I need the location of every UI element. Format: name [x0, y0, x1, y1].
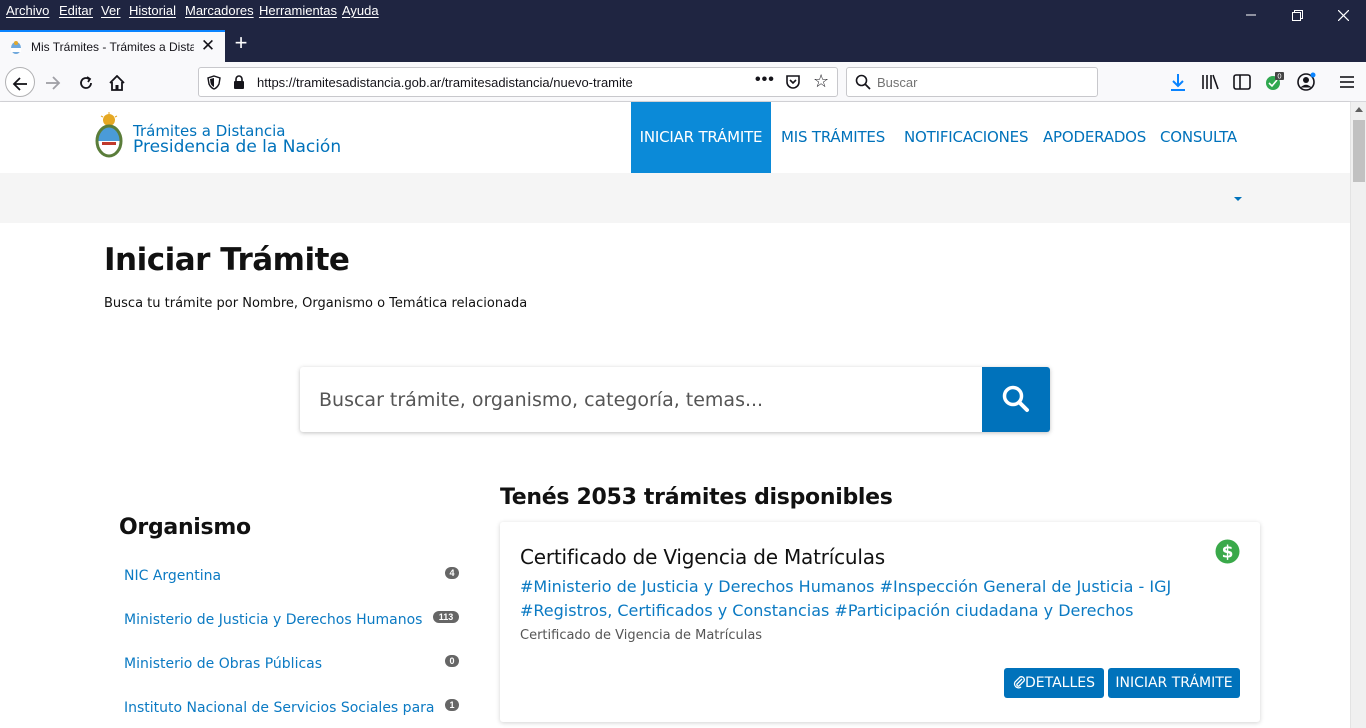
filter-item[interactable]: Ministerio de Obras Públicas: [124, 656, 322, 672]
filter-count-badge: 1: [445, 699, 459, 711]
new-tab-button[interactable]: +: [230, 30, 252, 56]
coat-of-arms-icon: [11, 41, 21, 54]
tramite-description: Certificado de Vigencia de Matrículas: [520, 628, 763, 643]
forward-icon: [46, 76, 61, 90]
nav-iniciar-tramite[interactable]: INICIAR TRÁMITE: [631, 102, 771, 173]
back-icon: [12, 77, 27, 91]
nav-apoderados[interactable]: APODERADOS: [1043, 102, 1146, 173]
url-text: https://tramitesadistancia.gob.ar/tramit…: [257, 75, 633, 90]
menu-marcadores[interactable]: Marcadores: [185, 3, 254, 18]
menu-herramientas[interactable]: Herramientas: [259, 3, 337, 18]
search-icon: [855, 74, 871, 90]
pocket-icon[interactable]: [785, 74, 801, 90]
menu-archivo[interactable]: Archivo: [6, 3, 49, 18]
filter-heading: Organismo: [119, 515, 251, 540]
minimize-button[interactable]: [1228, 0, 1274, 28]
results-heading: Tenés 2053 trámites disponibles: [500, 485, 893, 510]
nav-notificaciones[interactable]: NOTIFICACIONES: [904, 102, 1028, 173]
svg-text:$: $: [1222, 543, 1234, 563]
address-bar[interactable]: https://tramitesadistancia.gob.ar/tramit…: [198, 67, 838, 97]
menu-historial[interactable]: Historial: [129, 3, 176, 18]
iniciar-tramite-button[interactable]: INICIAR TRÁMITE: [1108, 668, 1240, 698]
menu-ayuda[interactable]: Ayuda: [342, 3, 379, 18]
shield-icon[interactable]: [207, 75, 221, 90]
sidebar-icon[interactable]: [1232, 72, 1252, 92]
restore-icon: [1291, 9, 1303, 21]
reload-button[interactable]: [71, 67, 101, 97]
scrollbar-thumb[interactable]: [1353, 120, 1365, 182]
svg-text:0: 0: [1277, 73, 1281, 81]
account-icon[interactable]: [1296, 72, 1316, 92]
filter-count-badge: 0: [445, 655, 459, 667]
filter-item[interactable]: Ministerio de Justicia y Derechos Humano…: [124, 612, 422, 628]
tramite-search-button[interactable]: [982, 367, 1050, 432]
site-header: Trámites a Distancia Presidencia de la N…: [0, 102, 1350, 173]
tramite-tags[interactable]: #Ministerio de Justicia y Derechos Human…: [520, 575, 1220, 623]
browser-toolbar: https://tramitesadistancia.gob.ar/tramit…: [0, 62, 1366, 102]
tramite-title[interactable]: Certificado de Vigencia de Matrículas: [520, 545, 885, 569]
tramite-card: Certificado de Vigencia de Matrículas $ …: [500, 522, 1260, 722]
filter-count-badge: 113: [433, 611, 459, 623]
paperclip-icon: [1013, 676, 1025, 689]
page-title: Iniciar Trámite: [104, 242, 350, 278]
user-subbar: [0, 173, 1350, 223]
filter-count-badge: 4: [445, 567, 459, 579]
tramite-search-input[interactable]: [300, 367, 982, 432]
library-icon[interactable]: [1200, 72, 1220, 92]
search-icon: [1002, 385, 1029, 412]
chevron-down-icon[interactable]: [1234, 197, 1242, 201]
page-scrollbar[interactable]: [1350, 102, 1366, 728]
menu-icon[interactable]: [1337, 72, 1357, 92]
scroll-up-icon[interactable]: [1355, 107, 1363, 112]
download-icon[interactable]: [1168, 72, 1188, 92]
nav-mis-tramites[interactable]: MIS TRÁMITES: [781, 102, 885, 173]
star-icon[interactable]: ☆: [813, 71, 829, 92]
home-button[interactable]: [102, 67, 132, 97]
page-subtitle: Busca tu trámite por Nombre, Organismo o…: [104, 296, 528, 311]
tab-close-icon[interactable]: ✕: [199, 36, 217, 56]
tab-mis-tramites[interactable]: Mis Trámites - Trámites a Distancia ✕: [0, 30, 225, 62]
lock-icon[interactable]: [233, 75, 245, 90]
close-icon: [1337, 9, 1349, 22]
coat-of-arms-logo[interactable]: [93, 112, 125, 162]
details-label: DETALLES: [1025, 675, 1095, 691]
dollar-icon: $: [1215, 539, 1240, 564]
reload-icon: [80, 76, 92, 90]
filter-item[interactable]: Instituto Nacional de Servicios Sociales…: [124, 700, 434, 716]
close-window-button[interactable]: [1320, 0, 1366, 28]
tab-title: Mis Trámites - Trámites a Distancia: [31, 40, 194, 54]
extension-icon[interactable]: 0: [1264, 72, 1284, 92]
plus-icon: +: [234, 30, 248, 55]
browser-menubar: Archivo Editar Ver Historial Marcadores …: [0, 0, 1366, 25]
home-icon: [109, 74, 125, 92]
browser-search-placeholder: Buscar: [877, 75, 918, 90]
filter-item[interactable]: NIC Argentina: [124, 568, 221, 584]
logo-subtitle[interactable]: Presidencia de la Nación: [133, 137, 341, 157]
forward-button[interactable]: [38, 67, 68, 97]
nav-consulta[interactable]: CONSULTA: [1160, 102, 1237, 173]
details-button[interactable]: DETALLES: [1004, 668, 1104, 698]
minimize-icon: [1246, 14, 1256, 16]
tramite-search: [300, 367, 1050, 432]
menu-ver[interactable]: Ver: [101, 3, 121, 18]
browser-search-field[interactable]: Buscar: [846, 67, 1098, 97]
menu-editar[interactable]: Editar: [59, 3, 93, 18]
tab-strip: Mis Trámites - Trámites a Distancia ✕ +: [0, 25, 1366, 62]
page-actions-icon[interactable]: •••: [755, 71, 775, 89]
back-button[interactable]: [5, 67, 35, 97]
restore-button[interactable]: [1274, 0, 1320, 28]
